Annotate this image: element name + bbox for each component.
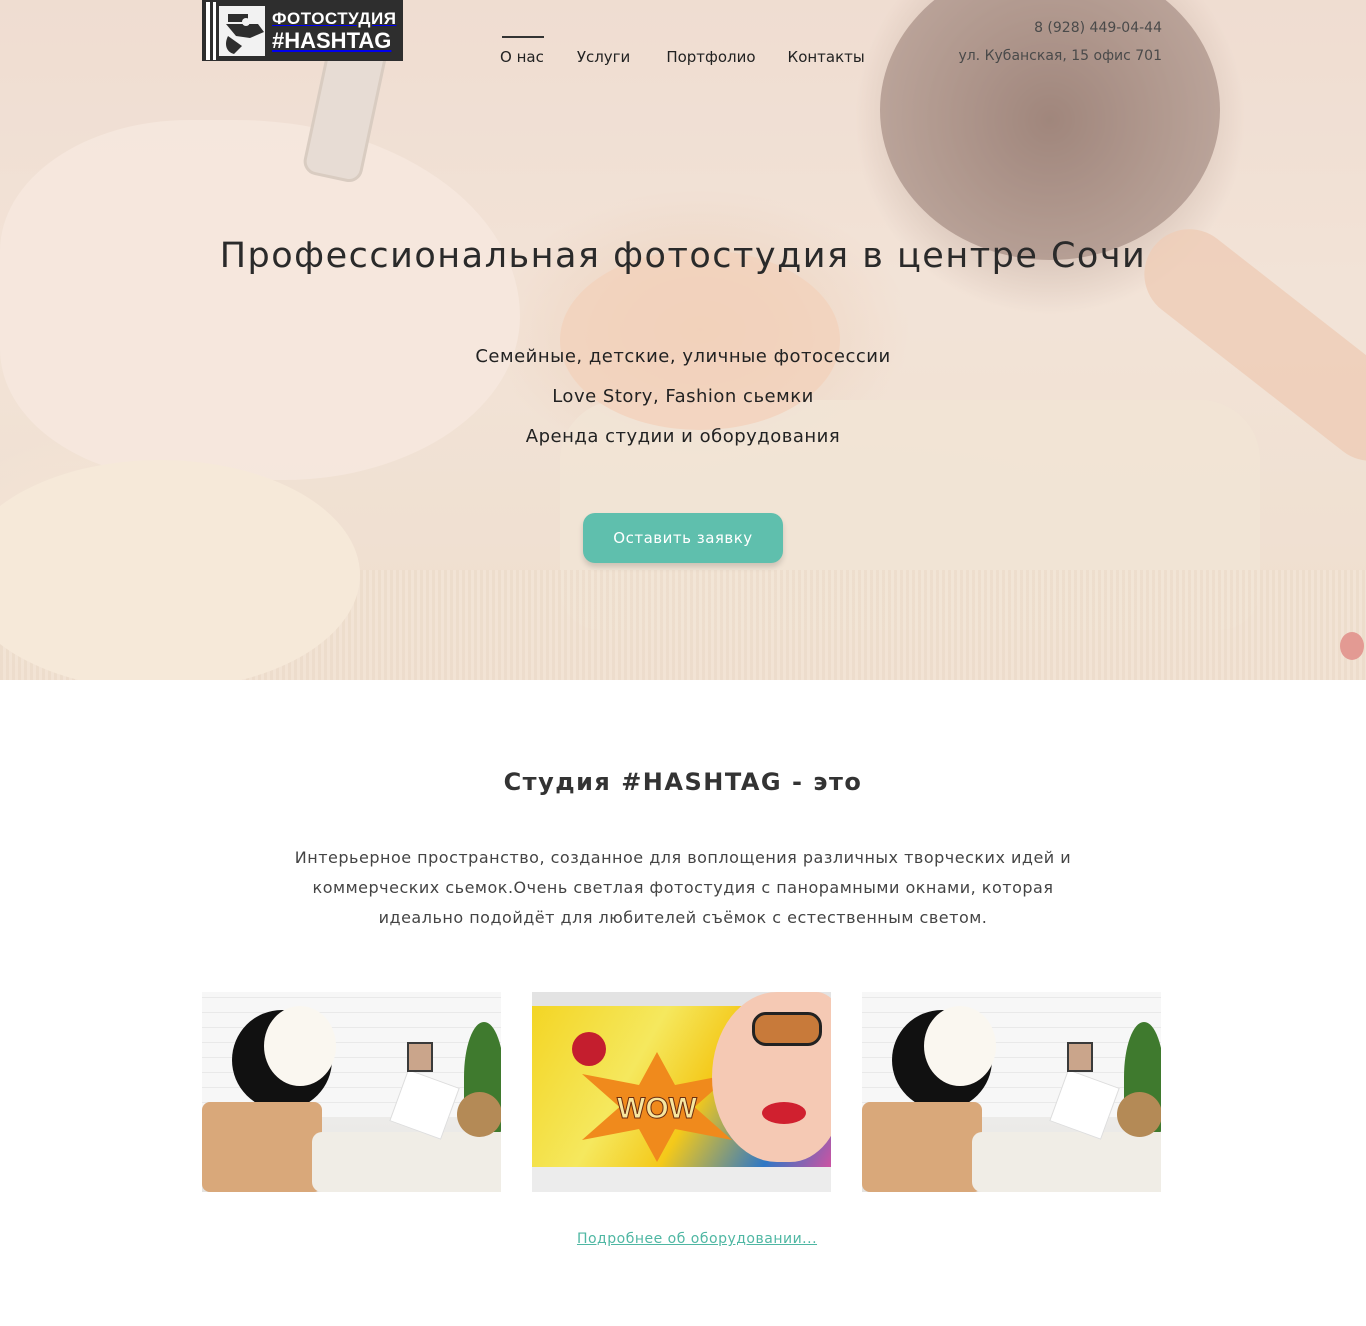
fur-throw [264,1006,336,1086]
studio-gallery: WOW [202,992,1162,1192]
gallery-photo-studio-interior-1[interactable] [202,992,501,1192]
about-description: Интерьерное пространство, созданное для … [294,848,1072,927]
hero-section: ФОТОСТУДИЯ #HASHTAG О нас Услуги Портфол… [0,0,1366,680]
floor [532,1167,831,1192]
plant-pot [457,1092,501,1137]
gallery-photo-graffiti-wall[interactable]: WOW [532,992,831,1192]
sunglasses-art [752,1012,822,1046]
picture-frame [407,1042,433,1072]
equipment-details-link[interactable]: Подробнее об оборудовании... [577,1231,817,1247]
hero-services-list: Семейные, детские, уличные фотосессии Lo… [0,345,1366,465]
hero-title: Профессиональная фотостудия в центре Соч… [219,236,1147,276]
nav-item-portfolio[interactable]: Портфолио [666,46,755,66]
logo-line-2: #HASHTAG [272,27,392,53]
logo-text: ФОТОСТУДИЯ #HASHTAG [272,10,396,52]
address: ул. Кубанская, 15 офис 701 [958,48,1162,64]
logo[interactable]: ФОТОСТУДИЯ #HASHTAG [202,0,403,61]
phone-number[interactable]: 8 (928) 449-04-44 [958,20,1162,36]
nav-item-about[interactable]: О нас [500,36,544,66]
gallery-photo-studio-interior-2[interactable] [862,992,1161,1192]
wow-art-text: WOW [617,1092,698,1126]
graffiti-scene: WOW [532,992,831,1192]
apple-art [572,1032,606,1066]
hero-line: Love Story, Fashion сьемки [552,386,814,407]
main-nav: О нас Услуги Портфолио Контакты [500,36,865,66]
studio-scene [202,992,501,1192]
blanket [202,1102,322,1192]
studio-scene [862,992,1161,1192]
camera-hand-logo-icon [202,0,272,61]
plant-pot [1117,1092,1161,1137]
hero-line: Семейные, детские, уличные фотосессии [475,346,891,367]
fur-throw [924,1006,996,1086]
nav-item-services[interactable]: Услуги [577,46,630,66]
about-title: Студия #HASHTAG - это [503,768,863,796]
logo-line-1: ФОТОСТУДИЯ [272,8,397,28]
hero-line: Аренда студии и оборудования [525,426,841,447]
hero-overlay [0,0,1366,680]
rug [312,1132,501,1192]
blanket [862,1102,982,1192]
more-link-container: Подробнее об оборудовании... [0,1228,1366,1247]
rug [972,1132,1161,1192]
lips-art [762,1102,806,1124]
nav-item-contacts[interactable]: Контакты [788,46,865,66]
picture-frame [1067,1042,1093,1072]
header-contacts: 8 (928) 449-04-44 ул. Кубанская, 15 офис… [958,20,1162,64]
submit-request-button[interactable]: Оставить заявку [583,513,783,563]
